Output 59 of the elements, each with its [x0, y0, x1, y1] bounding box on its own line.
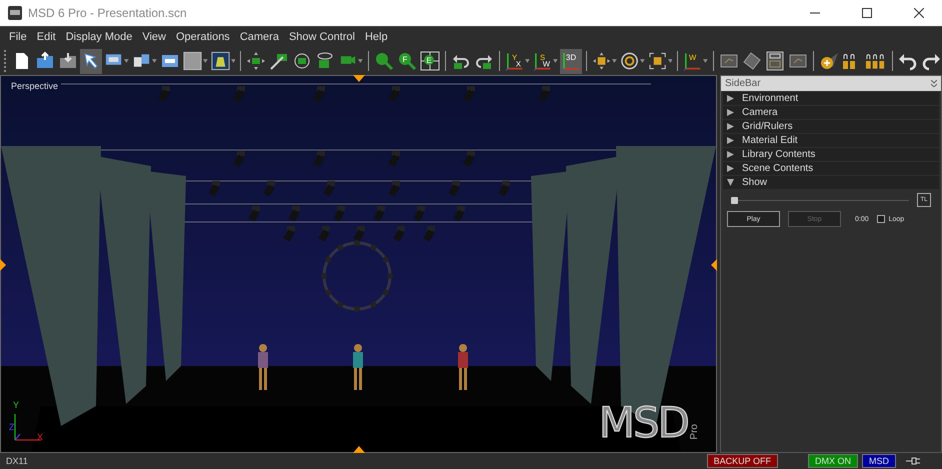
menu-item[interactable]: Show Control	[284, 27, 360, 47]
maximize-icon	[862, 8, 872, 18]
redo-icon	[921, 51, 942, 71]
axis-label: Z	[9, 422, 14, 432]
rotate-camera-icon	[292, 51, 312, 71]
snap-move-icon	[592, 51, 611, 71]
plug-icon	[906, 457, 922, 465]
toolbar-button[interactable]: W	[682, 48, 710, 74]
stage-icon	[210, 51, 230, 71]
magnifier-icon	[374, 51, 394, 71]
logo-text: MSD	[598, 404, 688, 442]
menu-item[interactable]: Display Mode	[60, 27, 138, 47]
sidebar-section[interactable]: Camera	[723, 106, 939, 119]
loop-checkbox[interactable]	[876, 215, 885, 223]
toolbar-button[interactable]	[80, 48, 102, 74]
viewport-label: Perspective	[11, 81, 58, 91]
sidebar-section[interactable]: Library Contents	[723, 148, 939, 161]
collapse-icon[interactable]	[931, 80, 937, 87]
toolbar-button[interactable]: S W	[532, 48, 559, 74]
menu-item[interactable]: Help	[360, 27, 393, 47]
menu-item[interactable]: Camera	[234, 27, 284, 47]
dolly-camera-icon	[269, 51, 290, 71]
status-indicator: BACKUP OFF	[706, 454, 778, 468]
layout-icon	[765, 51, 786, 71]
axis-label: Y	[13, 400, 20, 410]
menu-item[interactable]: Operations	[171, 27, 235, 47]
marker-icon	[711, 259, 717, 271]
snap-scale-icon	[648, 51, 667, 71]
move-camera-icon	[246, 51, 266, 71]
expanded-arrow-icon	[727, 179, 734, 186]
close-icon	[914, 8, 924, 18]
marker-icon	[0, 259, 6, 271]
logo-subtext: Pro	[689, 424, 700, 440]
menu-item[interactable]: Edit	[32, 27, 61, 47]
sidebar-section[interactable]: Material Edit	[723, 134, 939, 147]
toolbar-button[interactable]: Y X	[504, 48, 531, 74]
sidebar-section[interactable]: Show	[723, 176, 939, 189]
sidebar-section[interactable]: Environment	[723, 92, 939, 105]
snap-rotate-icon	[620, 51, 639, 71]
tilted-plane-icon	[742, 51, 762, 71]
menu-item[interactable]: File	[4, 27, 32, 47]
timeline-thumb[interactable]	[731, 196, 738, 204]
swatch-icon	[182, 51, 202, 71]
sidebar-section[interactable]: Grid/Rulers	[723, 120, 939, 133]
toolbar-button[interactable]	[764, 48, 786, 74]
status-indicator: MSD	[862, 454, 896, 468]
sidebar-section[interactable]: Scene Contents	[723, 162, 939, 175]
add-light-icon	[819, 51, 840, 71]
menu-item[interactable]: View	[137, 27, 171, 47]
sidebar-title: SideBar	[725, 78, 761, 89]
axis-gizmo-icon	[13, 412, 43, 442]
axis-label: X	[37, 432, 44, 442]
folder-icon	[35, 51, 55, 71]
renderer-label: DX11	[6, 456, 29, 466]
window-title: MSD 6 Pro - Presentation.scn	[28, 6, 188, 20]
app-icon	[8, 6, 22, 20]
folder-icon	[58, 51, 78, 71]
orbit-camera-icon	[315, 51, 336, 71]
status-indicator: DMX ON	[808, 454, 858, 468]
